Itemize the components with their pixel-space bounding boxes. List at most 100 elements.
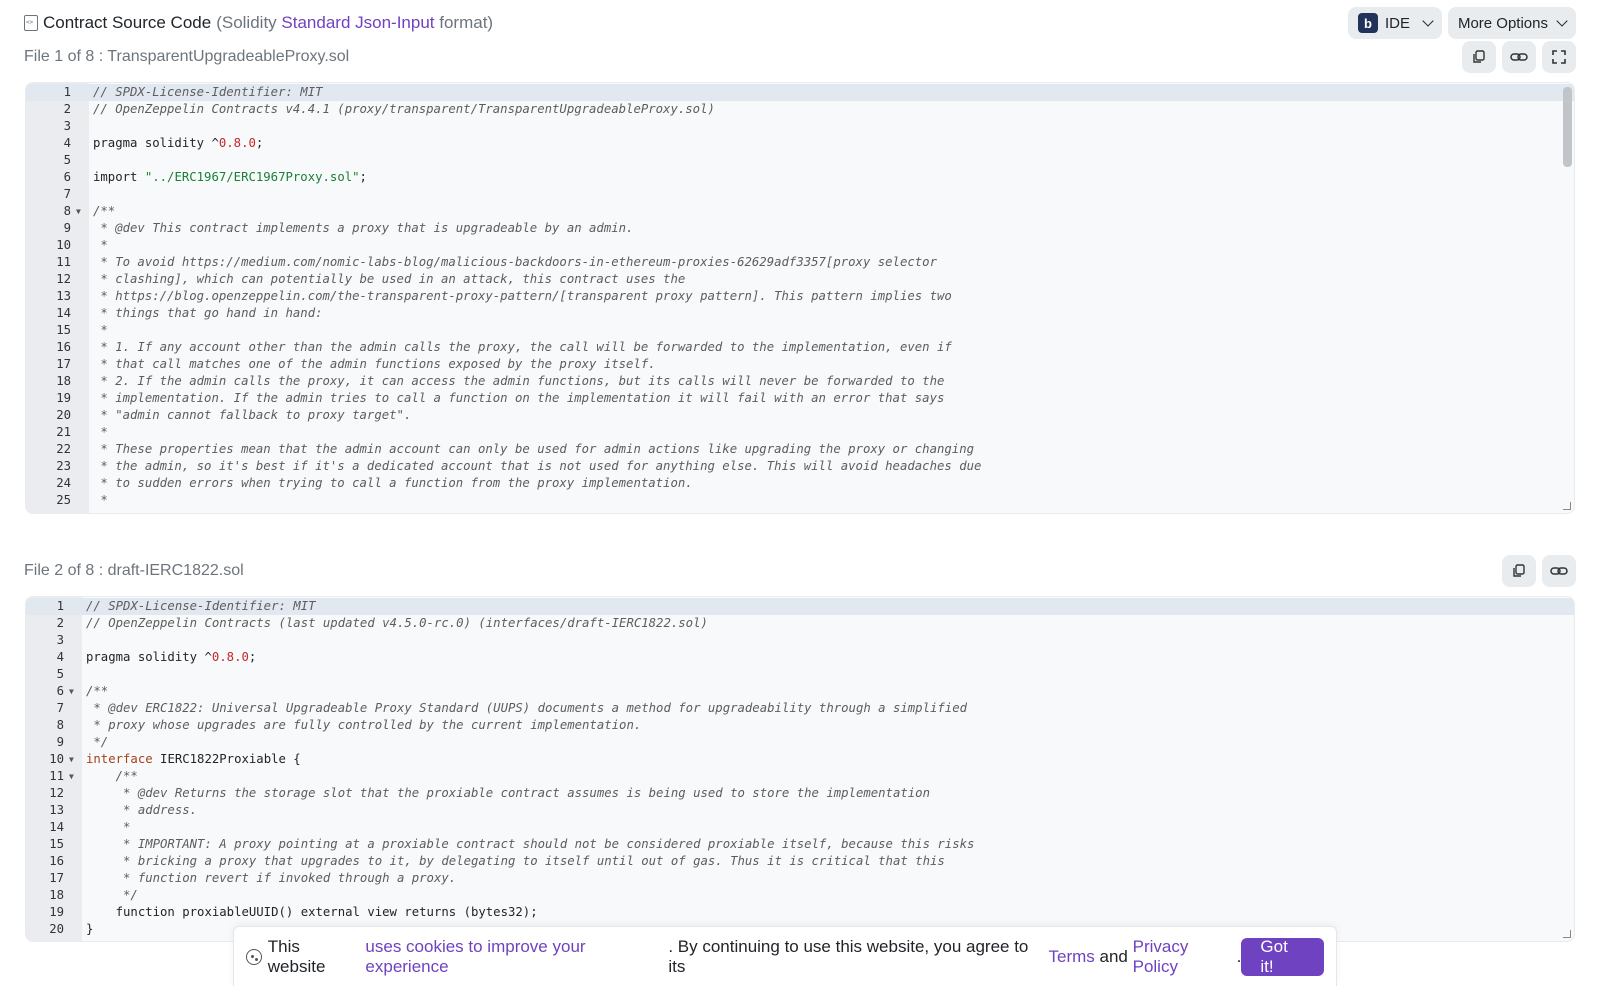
contract-source-header: Contract Source Code (Solidity Standard … (24, 6, 1576, 40)
line-number: 13 (56, 289, 71, 303)
line-number: 17 (49, 871, 64, 885)
code-line: 9 * @dev This contract implements a prox… (26, 220, 1574, 237)
code-line: 7 * @dev ERC1822: Universal Upgradeable … (26, 700, 1574, 717)
code-text: * @dev Returns the storage slot that the… (86, 786, 930, 800)
code-text: * (86, 820, 131, 834)
code-line: 10 ▼ interface IERC1822Proxiable { (26, 751, 1574, 768)
code-line: 14 * things that go hand in hand: (26, 305, 1574, 322)
format-prefix: (Solidity (216, 13, 277, 32)
code-line: 11 * To avoid https://medium.com/nomic-l… (26, 254, 1574, 271)
format-link[interactable]: Standard Json-Input (281, 13, 434, 32)
terms-link[interactable]: Terms (1048, 947, 1094, 967)
line-number: 15 (49, 837, 64, 851)
line-number: 2 (56, 616, 64, 630)
code-line: 8 ▼ /** (26, 203, 1574, 220)
fold-toggle-icon[interactable]: ▼ (69, 683, 74, 700)
code-text: * that call matches one of the admin fun… (93, 357, 656, 371)
code-text: // SPDX-License-Identifier: MIT (86, 599, 316, 613)
line-number: 2 (63, 102, 71, 116)
line-number: 6 (56, 684, 64, 698)
code-text: interface IERC1822Proxiable { (86, 752, 301, 766)
privacy-policy-link[interactable]: Privacy Policy (1133, 937, 1237, 977)
code-line: 14 * (26, 819, 1574, 836)
line-number: 16 (56, 340, 71, 354)
code-line: 18 * 2. If the admin calls the proxy, it… (26, 373, 1574, 390)
code-text: * proxy whose upgrades are fully control… (86, 718, 642, 732)
code-text: pragma solidity ^0.8.0; (86, 650, 257, 664)
line-number: 16 (49, 854, 64, 868)
line-number: 20 (56, 408, 71, 422)
code-line: 6 ▼ /** (26, 683, 1574, 700)
code-text: pragma solidity ^0.8.0; (93, 136, 264, 150)
code-text: * IMPORTANT: A proxy pointing at a proxi… (86, 837, 975, 851)
line-number: 9 (56, 735, 64, 749)
code-text: * address. (86, 803, 198, 817)
code-text: * (93, 425, 108, 439)
cookie-icon (246, 948, 262, 965)
resize-handle[interactable] (1563, 930, 1571, 938)
resize-handle[interactable] (1563, 502, 1571, 510)
code-text: * bricking a proxy that upgrades to it, … (86, 854, 945, 868)
code-line: 13 * address. (26, 802, 1574, 819)
code-editor-file-1[interactable]: 1 // SPDX-License-Identifier: MIT 2 // Open… (25, 82, 1575, 514)
code-line: 6 import "../ERC1967/ERC1967Proxy.sol"; (26, 169, 1574, 186)
line-number: 14 (49, 820, 64, 834)
file-2-header: File 2 of 8 : draft-IERC1822.sol (24, 553, 1576, 589)
line-number: 18 (56, 374, 71, 388)
more-options-button[interactable]: More Options (1447, 7, 1576, 39)
code-text: /** (93, 204, 116, 218)
ide-dropdown-button[interactable]: b IDE (1347, 7, 1442, 39)
code-text: * https://blog.openzeppelin.com/the-tran… (93, 289, 952, 303)
file-1-name: File 1 of 8 : TransparentUpgradeableProx… (24, 48, 350, 65)
code-line: 19 * implementation. If the admin tries … (26, 390, 1574, 407)
line-number: 21 (56, 425, 71, 439)
file-1-header: File 1 of 8 : TransparentUpgradeableProx… (24, 39, 1576, 75)
cookie-text-3: and (1099, 946, 1128, 966)
fullscreen-button[interactable] (1542, 41, 1576, 73)
line-number: 5 (56, 667, 64, 681)
code-line: 4 pragma solidity ^0.8.0; (26, 135, 1574, 152)
code-text: * 2. If the admin calls the proxy, it ca… (93, 374, 945, 388)
line-number: 9 (63, 221, 71, 235)
line-number: 17 (56, 357, 71, 371)
code-text: } (86, 922, 94, 936)
copy-button[interactable] (1502, 555, 1536, 587)
code-text: * things that go hand in hand: (93, 306, 323, 320)
file-2-name: File 2 of 8 : draft-IERC1822.sol (24, 562, 244, 579)
code-line: 17 * function revert if invoked through … (26, 870, 1574, 887)
cookie-policy-link[interactable]: uses cookies to improve your experience (365, 937, 668, 977)
code-line: 9 */ (26, 734, 1574, 751)
code-text: /** (86, 769, 138, 783)
editor-scrollbar[interactable] (1563, 87, 1572, 167)
line-number: 1 (63, 85, 71, 99)
line-number: 11 (56, 255, 71, 269)
code-text: // OpenZeppelin Contracts v4.4.1 (proxy/… (93, 102, 715, 116)
line-number: 14 (56, 306, 71, 320)
line-number: 13 (49, 803, 64, 817)
code-line: 18 */ (26, 887, 1574, 904)
line-number: 12 (49, 786, 64, 800)
fold-toggle-icon[interactable]: ▼ (76, 203, 81, 220)
code-line: 12 * clashing], which can potentially be… (26, 271, 1574, 288)
link-icon (1550, 567, 1568, 575)
chevron-down-icon (1556, 15, 1568, 27)
link-button[interactable] (1502, 41, 1536, 73)
fold-toggle-icon[interactable]: ▼ (69, 768, 74, 785)
code-line: 20 * "admin cannot fallback to proxy tar… (26, 407, 1574, 424)
link-button[interactable] (1542, 555, 1576, 587)
line-number: 20 (49, 922, 64, 936)
line-number: 4 (56, 650, 64, 664)
ide-logo-icon: b (1357, 13, 1378, 33)
copy-button[interactable] (1462, 41, 1496, 73)
code-line: 15 * IMPORTANT: A proxy pointing at a pr… (26, 836, 1574, 853)
code-editor-file-2[interactable]: 1 // SPDX-License-Identifier: MIT 2 // Open… (25, 596, 1575, 942)
code-text: function proxiableUUID() external view r… (86, 905, 538, 919)
code-line: 5 (26, 666, 1574, 683)
fold-toggle-icon[interactable]: ▼ (69, 751, 74, 768)
code-text: * implementation. If the admin tries to … (93, 391, 945, 405)
accept-cookies-button[interactable]: Got it! (1241, 937, 1324, 976)
code-line: 7 (26, 186, 1574, 203)
code-line: 24 * to sudden errors when trying to cal… (26, 475, 1574, 492)
line-number: 5 (63, 153, 71, 167)
line-number: 11 (49, 769, 64, 783)
